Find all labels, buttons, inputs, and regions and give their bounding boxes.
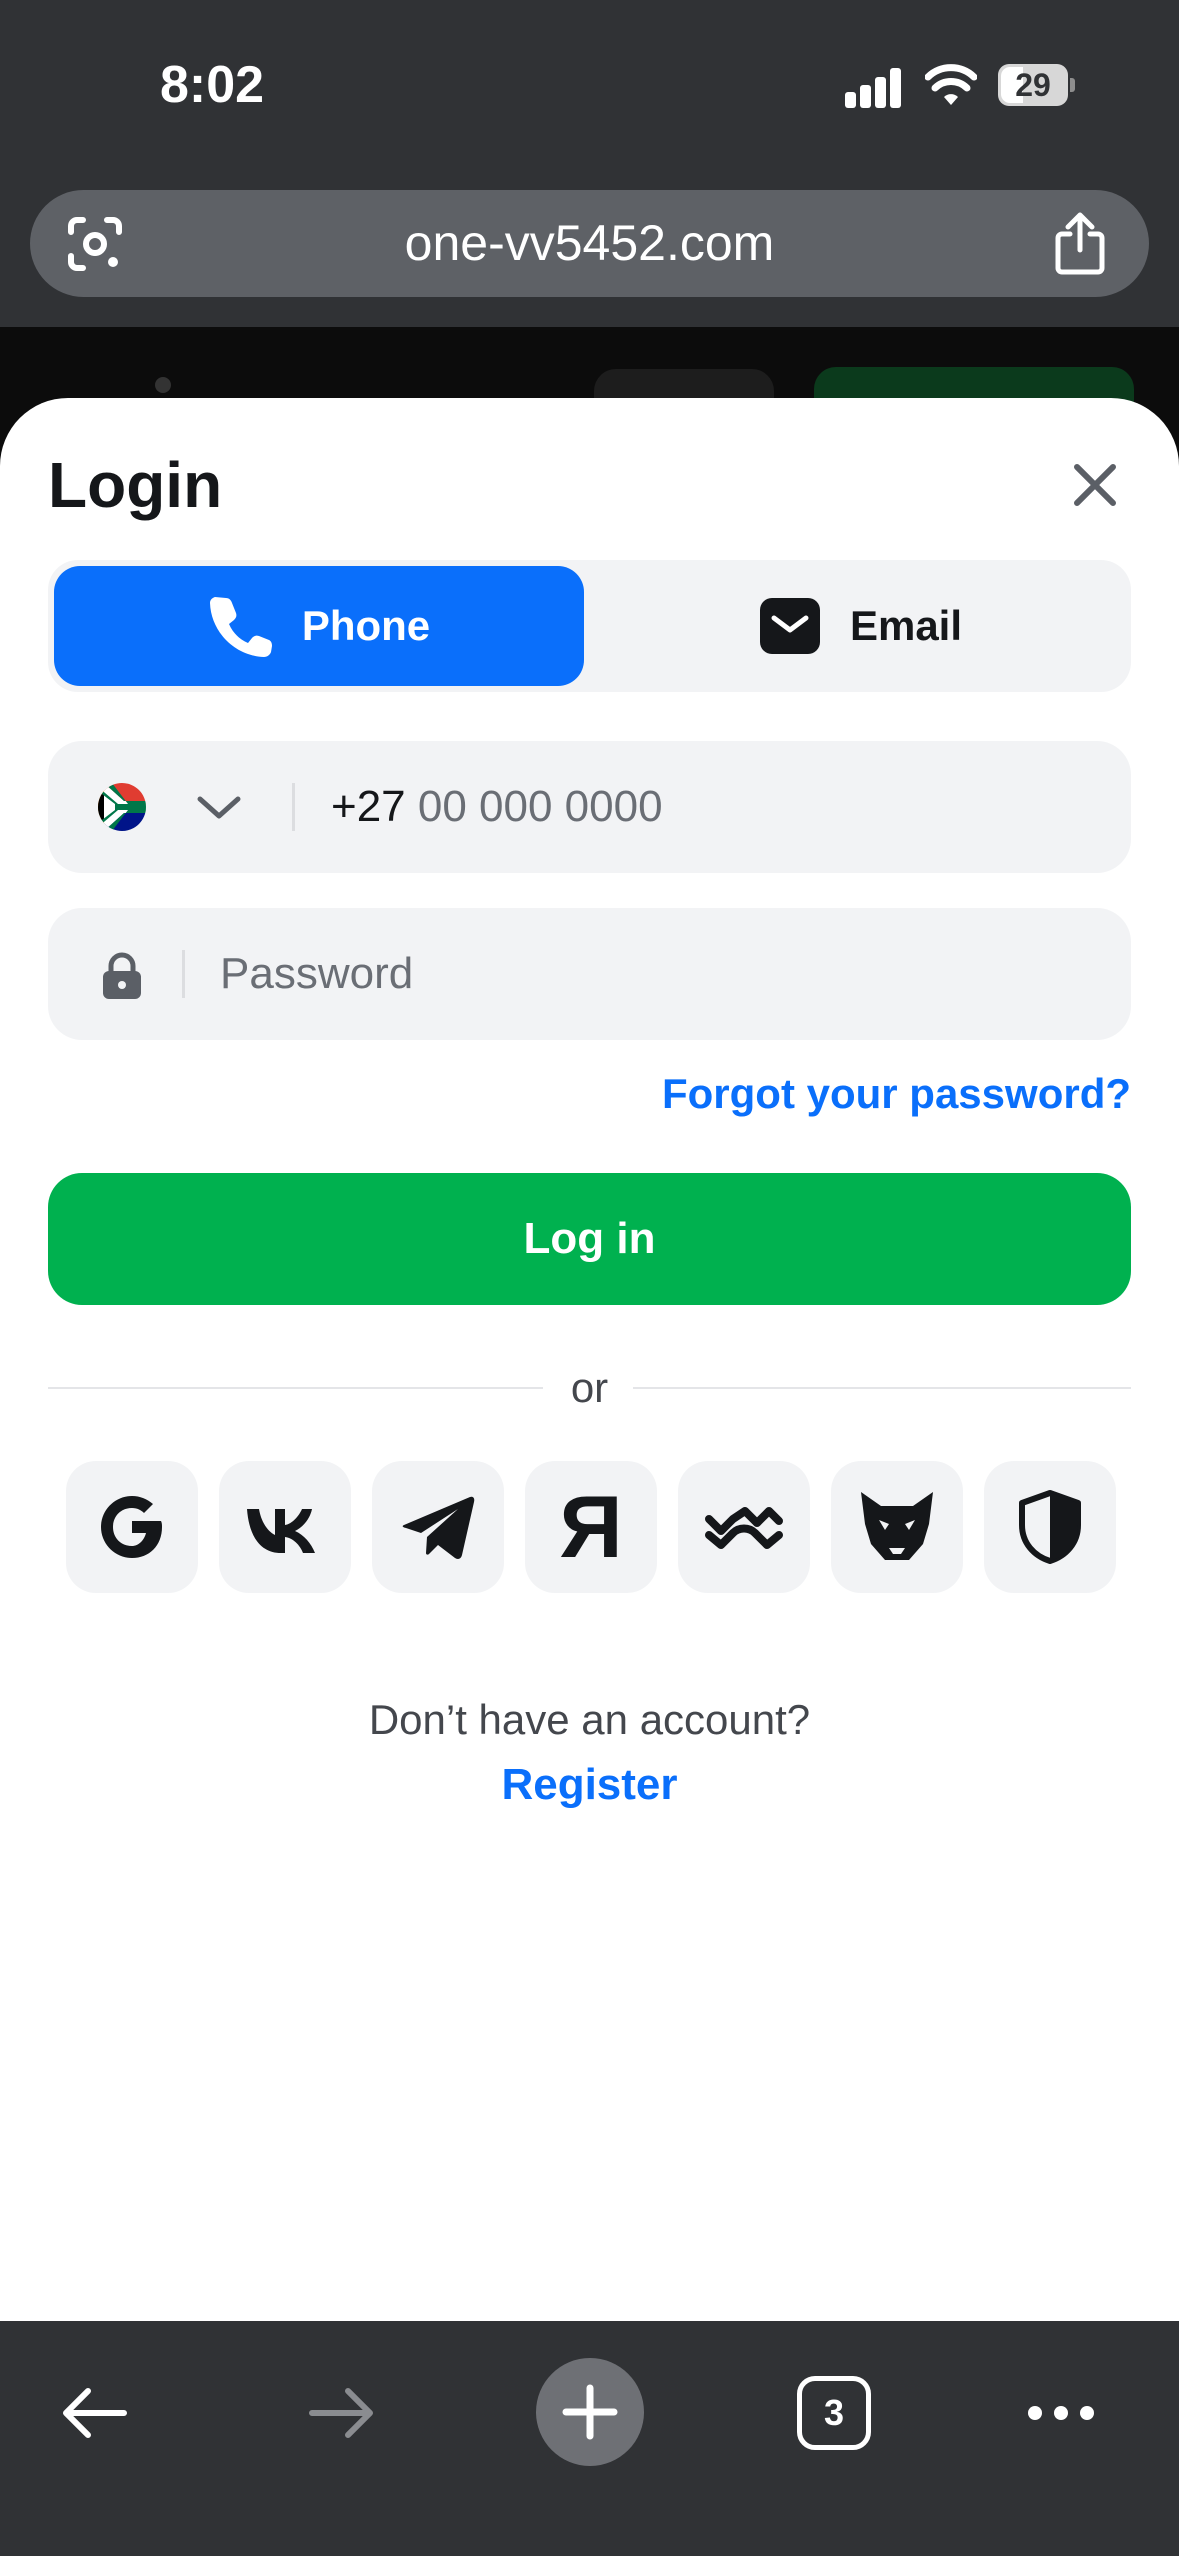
password-input[interactable] (220, 908, 1100, 1040)
yandex-login-button[interactable]: Я (525, 1461, 657, 1593)
browser-toolbar: 3 (0, 2321, 1179, 2556)
forward-arrow-icon[interactable] (306, 2383, 378, 2443)
tab-email[interactable]: Email (596, 566, 1126, 686)
login-method-tabs: Phone Email (48, 560, 1131, 692)
battery-icon: 29 (998, 64, 1075, 106)
google-login-button[interactable] (66, 1461, 198, 1593)
share-icon[interactable] (1050, 210, 1110, 276)
close-icon[interactable] (1060, 450, 1130, 520)
yandex-icon: Я (559, 1477, 623, 1576)
walletconnect-icon (705, 1507, 783, 1549)
south-africa-flag-icon[interactable] (98, 783, 146, 831)
status-time: 8:02 (160, 56, 265, 114)
metamask-login-button[interactable] (831, 1461, 963, 1593)
google-icon (101, 1496, 162, 1558)
more-options-icon[interactable] (1025, 2399, 1097, 2427)
lock-icon (103, 952, 141, 999)
phone-input[interactable]: +27 00 000 0000 (331, 741, 663, 873)
telegram-icon (402, 1496, 475, 1559)
chevron-down-icon[interactable] (196, 789, 242, 825)
social-login-row: Я (66, 1461, 1116, 1593)
tab-switcher-button[interactable]: 3 (797, 2376, 871, 2450)
password-field[interactable] (48, 908, 1131, 1040)
vk-login-button[interactable] (219, 1461, 351, 1593)
login-button[interactable]: Log in (48, 1173, 1131, 1305)
phone-placeholder: 00 000 0000 (417, 782, 663, 831)
shield-icon (1019, 1490, 1081, 1564)
page-title: Login (48, 449, 223, 521)
tab-phone-label: Phone (301, 602, 431, 649)
register-link[interactable]: Register (0, 1760, 1179, 1810)
cellular-signal-icon (845, 68, 903, 108)
mail-icon (759, 598, 820, 654)
wifi-icon (925, 64, 977, 105)
or-divider: or (48, 1358, 1131, 1418)
login-sheet: Login Phone Email +27 00 000 0000 Forgot… (0, 398, 1179, 2321)
back-arrow-icon[interactable] (58, 2383, 130, 2443)
tab-email-label: Email (849, 602, 963, 649)
battery-level: 29 (1015, 67, 1051, 103)
phone-field[interactable]: +27 00 000 0000 (48, 741, 1131, 873)
country-code: +27 (331, 782, 406, 831)
status-bar: 8:02 29 (0, 0, 1179, 175)
new-tab-button[interactable] (536, 2358, 644, 2466)
address-bar[interactable]: one-vv5452.com (30, 190, 1149, 297)
metamask-fox-icon (861, 1492, 933, 1560)
tab-phone[interactable]: Phone (54, 566, 584, 686)
no-account-text: Don’t have an account? (368, 1696, 811, 1743)
walletconnect-login-button[interactable] (678, 1461, 810, 1593)
plus-icon (562, 2384, 618, 2440)
phone-icon (209, 597, 272, 657)
telegram-login-button[interactable] (372, 1461, 504, 1593)
url-text[interactable]: one-vv5452.com (30, 190, 1149, 297)
shield-login-button[interactable] (984, 1461, 1116, 1593)
vk-icon (247, 1509, 315, 1553)
forgot-password-link[interactable]: Forgot your password? (662, 1070, 1131, 1118)
